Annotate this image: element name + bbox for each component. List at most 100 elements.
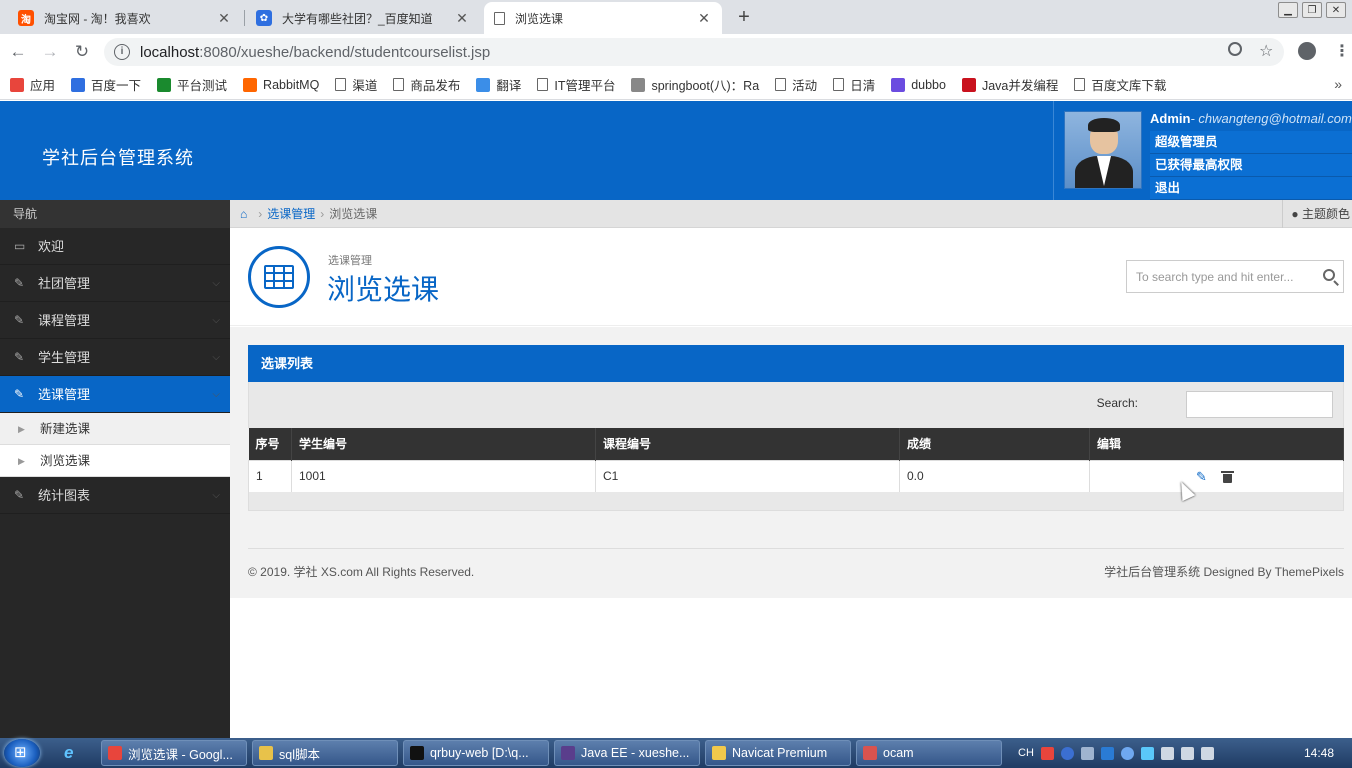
sidebar-subitem[interactable]: ▶ 新建选课 — [0, 413, 230, 445]
edit-pencil-icon[interactable]: ✎ — [1196, 469, 1207, 485]
breadcrumb-parent-link[interactable]: 选课管理 — [267, 205, 315, 222]
sidebar-item[interactable]: ✎ 统计图表 ⌵ — [0, 477, 230, 514]
taskbar-app-button[interactable]: 浏览选课 - Googl... — [101, 740, 247, 766]
address-bar[interactable]: i localhost:8080/xueshe/backend/studentc… — [104, 38, 1284, 66]
taskbar-app-button[interactable]: Navicat Premium — [705, 740, 851, 766]
breadcrumb-current: 浏览选课 — [329, 207, 378, 221]
home-icon[interactable]: ⌂ — [240, 207, 247, 221]
pencil-icon: ✎ — [14, 387, 25, 401]
bookmark-item[interactable]: 活动 — [775, 75, 817, 94]
bookmark-item[interactable]: 百度文库下载 — [1074, 75, 1166, 94]
ime-indicator[interactable]: CH — [1018, 747, 1034, 759]
column-header-student[interactable]: 学生编号 — [291, 428, 596, 460]
cell-actions: ✎ — [1089, 459, 1344, 493]
bookmark-item[interactable]: RabbitMQ — [243, 77, 319, 92]
close-icon[interactable]: ✕ — [216, 10, 232, 27]
sidebar-item-label: 统计图表 — [38, 488, 91, 503]
bluetooth-icon[interactable] — [1120, 746, 1134, 760]
app-logo-title[interactable]: 学社后台管理系统 — [42, 144, 194, 170]
bookmark-item[interactable]: 应用 — [10, 75, 55, 94]
bookmark-label: 翻译 — [496, 79, 522, 93]
breadcrumb-separator: › — [320, 206, 325, 221]
back-arrow-icon[interactable]: ← — [8, 42, 28, 62]
restore-button[interactable]: ❐ — [1302, 2, 1322, 18]
column-header-score[interactable]: 成绩 — [899, 428, 1090, 460]
sidebar-item[interactable]: ▭ 欢迎 — [0, 228, 230, 265]
column-header-course[interactable]: 课程编号 — [595, 428, 900, 460]
bookmark-item[interactable]: 商品发布 — [393, 75, 460, 94]
bookmark-item[interactable]: 翻译 — [476, 75, 521, 94]
sidebar-item-label: 社团管理 — [38, 276, 91, 291]
theme-color-toggle[interactable]: ● 主题颜色 — [1282, 200, 1352, 228]
new-tab-button[interactable]: + — [733, 6, 755, 29]
bookmark-item[interactable]: 平台测试 — [157, 75, 227, 94]
tab-active-course-list[interactable]: 浏览选课 ✕ — [484, 2, 722, 34]
reload-icon[interactable]: ↻ — [72, 42, 92, 62]
bookmark-item[interactable]: 百度一下 — [71, 75, 141, 94]
shield-icon[interactable] — [1100, 746, 1114, 760]
profile-avatar-icon[interactable] — [1298, 42, 1316, 60]
zoom-search-icon[interactable] — [1228, 42, 1242, 56]
sogou-icon[interactable] — [1040, 746, 1054, 760]
caret-right-icon: ▶ — [18, 456, 25, 466]
bookmark-star-icon[interactable]: ☆ — [1259, 41, 1273, 61]
sidebar-item[interactable]: ✎ 课程管理 ⌵ — [0, 302, 230, 339]
taskbar-app-button[interactable]: qrbuy-web [D:\q... — [403, 740, 549, 766]
page-icon — [494, 11, 505, 25]
bookmark-item[interactable]: dubbo — [891, 77, 946, 92]
caret-right-icon: ▶ — [18, 424, 25, 434]
bookmark-item[interactable]: IT管理平台 — [537, 75, 615, 94]
bookmark-item[interactable]: springboot(八)：Ra — [631, 75, 759, 94]
bookmark-item[interactable]: Java并发编程 — [961, 75, 1058, 94]
tab-taobao[interactable]: 淘 淘宝网 - 淘！我喜欢 ✕ — [8, 2, 242, 34]
taskbar-app-button[interactable]: Java EE - xueshe... — [554, 740, 700, 766]
forward-arrow-icon[interactable]: → — [40, 42, 60, 62]
clock[interactable]: 14:48 — [1304, 746, 1334, 760]
bookmarks-overflow-icon[interactable]: » — [1334, 76, 1342, 92]
chevron-down-icon: ⌵ — [212, 278, 220, 289]
menu-kebab-icon[interactable]: ⋮ — [1334, 41, 1350, 61]
translate-icon — [476, 77, 491, 92]
minimize-button[interactable]: ▁ — [1278, 2, 1298, 18]
taskbar-app-button[interactable]: ocam — [856, 740, 1002, 766]
cell-student: 1001 — [291, 459, 596, 493]
logout-link[interactable]: 退出 — [1150, 177, 1352, 200]
sidebar-item[interactable]: ✎ 社团管理 ⌵ — [0, 265, 230, 302]
network-icon[interactable] — [1080, 746, 1094, 760]
content-area: 选课列表 Search: 序号 学生编号 课程编号 成绩 编辑 1 1001 C… — [230, 327, 1352, 598]
signal-icon[interactable] — [1180, 746, 1194, 760]
bookmark-label: 应用 — [30, 79, 56, 93]
start-button[interactable] — [4, 739, 40, 767]
tab-title: 大学有哪些社团？_百度知道 — [282, 11, 433, 26]
pencil-icon: ✎ — [14, 350, 25, 364]
header-search-input[interactable] — [1127, 261, 1307, 292]
close-icon[interactable]: ✕ — [696, 10, 712, 27]
battery-icon[interactable] — [1160, 746, 1174, 760]
help-icon[interactable] — [1060, 746, 1074, 760]
sidebar-subitem[interactable]: ▶ 浏览选课 — [0, 445, 230, 477]
user-name-line: Admin- chwangteng@hotmail.com — [1150, 111, 1352, 126]
taskbar-app-label: Navicat Premium — [732, 746, 828, 760]
sidebar-item-label: 课程管理 — [38, 313, 91, 328]
bookmark-label: 百度一下 — [91, 79, 142, 93]
site-info-icon[interactable]: i — [114, 44, 130, 60]
table-search-input[interactable] — [1186, 391, 1333, 418]
cell-course: C1 — [595, 459, 900, 493]
close-window-button[interactable]: ✕ — [1326, 2, 1346, 18]
volume-icon[interactable] — [1200, 746, 1214, 760]
taskbar-app-button[interactable]: sql脚本 — [252, 740, 398, 766]
close-icon[interactable]: ✕ — [454, 10, 470, 27]
trash-icon[interactable] — [1221, 470, 1234, 483]
bookmark-label: 商品发布 — [410, 79, 461, 93]
sidebar-item[interactable]: ✎ 选课管理 ⌵ — [0, 376, 230, 413]
user-link-super-admin[interactable]: 超级管理员 — [1150, 131, 1352, 154]
column-header-index[interactable]: 序号 — [248, 428, 292, 460]
sidebar-item[interactable]: ✎ 学生管理 ⌵ — [0, 339, 230, 376]
user-link-permissions[interactable]: 已获得最高权限 — [1150, 154, 1352, 177]
internet-explorer-icon[interactable]: e — [64, 743, 73, 763]
tray-app-icon[interactable] — [1140, 746, 1154, 760]
search-icon[interactable] — [1323, 269, 1335, 281]
bookmark-item[interactable]: 日清 — [833, 75, 875, 94]
bookmark-item[interactable]: 渠道 — [335, 75, 377, 94]
tab-baidu-zhidao[interactable]: ✿ 大学有哪些社团？_百度知道 ✕ — [246, 2, 480, 34]
